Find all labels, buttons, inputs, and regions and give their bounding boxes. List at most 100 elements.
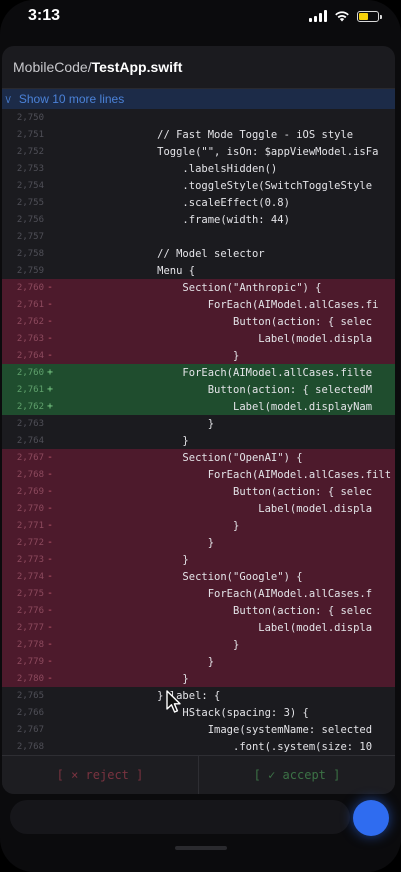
code-text: Button(action: { selec	[56, 604, 373, 617]
file-header: MobileCode / TestApp.swift	[2, 46, 395, 89]
diff-line-context: 2,768 .font(.system(size: 10	[2, 738, 395, 755]
diff-marker: +	[46, 367, 54, 378]
diff-marker: -	[46, 503, 54, 514]
diff-marker: -	[46, 554, 54, 565]
diff-line-deleted: 2,771- }	[2, 517, 395, 534]
code-text: Button(action: { selec	[56, 315, 373, 328]
diff-marker: -	[46, 588, 54, 599]
diff-line-deleted: 2,768- ForEach(AIModel.allCases.filt	[2, 466, 395, 483]
line-number: 2,768	[16, 741, 44, 752]
diff-line-context: 2,756 .frame(width: 44)	[2, 211, 395, 228]
code-text: Toggle("", isOn: $appViewModel.isFa	[56, 145, 379, 158]
code-text: } label: {	[56, 689, 221, 702]
diff-marker: -	[46, 605, 54, 616]
line-number: 2,766	[16, 707, 44, 718]
diff-line-deleted: 2,778- }	[2, 636, 395, 653]
diff-marker: +	[46, 401, 54, 412]
code-text: Section("Google") {	[56, 570, 303, 583]
diff-marker: -	[46, 316, 54, 327]
code-text: ForEach(AIModel.allCases.filte	[56, 366, 373, 379]
diff-line-deleted: 2,772- }	[2, 534, 395, 551]
diff-marker: -	[46, 452, 54, 463]
line-number: 2,763	[16, 418, 44, 429]
message-input[interactable]	[10, 800, 350, 834]
status-bar: 3:13	[0, 0, 401, 38]
diff-line-deleted: 2,767- Section("OpenAI") {	[2, 449, 395, 466]
line-number: 2,757	[16, 231, 44, 242]
line-number: 2,767	[16, 452, 44, 463]
line-number: 2,758	[16, 248, 44, 259]
diff-line-deleted: 2,777- Label(model.displa	[2, 619, 395, 636]
diff-marker: -	[46, 673, 54, 684]
line-number: 2,765	[16, 690, 44, 701]
reject-button[interactable]: [ × reject ]	[2, 756, 199, 794]
diff-marker: -	[46, 622, 54, 633]
line-number: 2,779	[16, 656, 44, 667]
line-number: 2,775	[16, 588, 44, 599]
diff-marker: -	[46, 656, 54, 667]
diff-line-context: 2,752 Toggle("", isOn: $appViewModel.isF…	[2, 143, 395, 160]
diff-line-deleted: 2,769- Button(action: { selec	[2, 483, 395, 500]
show-more-lines-button[interactable]: < Show 10 more lines	[2, 89, 395, 109]
line-number: 2,756	[16, 214, 44, 225]
line-number: 2,776	[16, 605, 44, 616]
diff-marker: -	[46, 571, 54, 582]
diff-line-deleted: 2,760- Section("Anthropic") {	[2, 279, 395, 296]
diff-line-deleted: 2,779- }	[2, 653, 395, 670]
diff-line-deleted: 2,780- }	[2, 670, 395, 687]
battery-icon	[357, 10, 382, 22]
diff-line-context: 2,767 Image(systemName: selected	[2, 721, 395, 738]
code-text: Button(action: { selectedM	[56, 383, 373, 396]
diff-marker: -	[46, 486, 54, 497]
send-button[interactable]	[353, 800, 389, 836]
diff-line-deleted: 2,773- }	[2, 551, 395, 568]
diff-marker: +	[46, 384, 54, 395]
diff-line-deleted: 2,776- Button(action: { selec	[2, 602, 395, 619]
code-text: }	[56, 417, 215, 430]
line-number: 2,777	[16, 622, 44, 633]
diff-marker: -	[46, 469, 54, 480]
line-number: 2,751	[16, 129, 44, 140]
wifi-icon	[334, 10, 350, 22]
code-text: .frame(width: 44)	[56, 213, 290, 226]
diff-line-added: 2,761 + Button(action: { selectedM	[2, 381, 395, 398]
code-text: .labelsHidden()	[56, 162, 278, 175]
diff-line-deleted: 2,774- Section("Google") {	[2, 568, 395, 585]
line-number: 2,771	[16, 520, 44, 531]
line-number: 2,759	[16, 265, 44, 276]
line-number: 2,755	[16, 197, 44, 208]
line-number: 2,770	[16, 503, 44, 514]
line-number: 2,750	[16, 112, 44, 123]
line-number: 2,762	[16, 401, 44, 412]
status-icons	[309, 10, 382, 22]
line-number: 2,762	[16, 316, 44, 327]
diff-line-context: 2,758 // Model selector	[2, 245, 395, 262]
diff-line-context: 2,750	[2, 109, 395, 126]
diff-line-context: 2,757	[2, 228, 395, 245]
background-chat-bar	[0, 794, 401, 872]
code-text: }	[56, 553, 189, 566]
code-text: ForEach(AIModel.allCases.fi	[56, 298, 379, 311]
line-number: 2,754	[16, 180, 44, 191]
diff-line-context: 2,754 .toggleStyle(SwitchToggleStyle	[2, 177, 395, 194]
diff-line-context: 2,755 .scaleEffect(0.8)	[2, 194, 395, 211]
line-number: 2,772	[16, 537, 44, 548]
code-text: ForEach(AIModel.allCases.f	[56, 587, 373, 600]
diff-line-context: 2,759 Menu {	[2, 262, 395, 279]
line-number: 2,761	[16, 384, 44, 395]
code-text: Image(systemName: selected	[56, 723, 373, 736]
show-more-lines-label: Show 10 more lines	[18, 92, 125, 106]
line-number: 2,764	[16, 350, 44, 361]
diff-line-deleted: 2,763- Label(model.displa	[2, 330, 395, 347]
accept-button[interactable]: [ ✓ accept ]	[199, 756, 395, 794]
code-text: Section("Anthropic") {	[56, 281, 322, 294]
code-text: }	[56, 434, 189, 447]
code-text: .toggleStyle(SwitchToggleStyle	[56, 179, 373, 192]
line-number: 2,768	[16, 469, 44, 480]
diff-marker: -	[46, 520, 54, 531]
diff-marker: -	[46, 333, 54, 344]
diff-line-deleted: 2,764- }	[2, 347, 395, 364]
diff-line-deleted: 2,762- Button(action: { selec	[2, 313, 395, 330]
code-text: .font(.system(size: 10	[56, 740, 373, 753]
diff-line-deleted: 2,761- ForEach(AIModel.allCases.fi	[2, 296, 395, 313]
